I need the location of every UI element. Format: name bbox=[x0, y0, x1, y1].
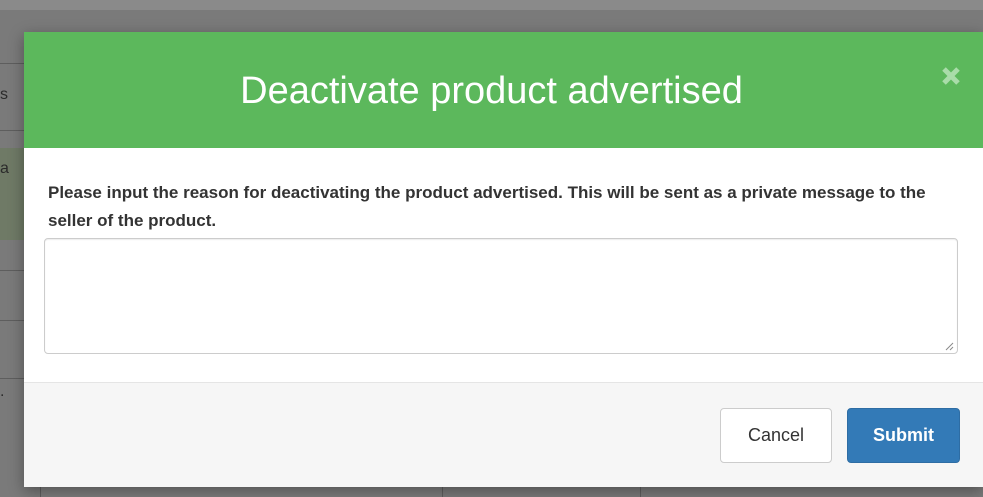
cancel-button[interactable]: Cancel bbox=[720, 408, 832, 463]
background-divider bbox=[0, 63, 24, 64]
dialog-header: Deactivate product advertised bbox=[24, 32, 983, 148]
background-text-fragment: . bbox=[0, 383, 5, 400]
background-divider bbox=[0, 378, 24, 379]
dialog-title: Deactivate product advertised bbox=[240, 70, 743, 112]
close-button[interactable] bbox=[939, 64, 963, 88]
background-top-strip bbox=[0, 0, 983, 10]
background-table-cell bbox=[40, 486, 440, 497]
background-text-fragment: s bbox=[0, 86, 8, 103]
background-divider bbox=[40, 486, 41, 497]
dialog-footer: Cancel Submit bbox=[24, 383, 983, 487]
background-divider bbox=[0, 270, 24, 271]
background-divider bbox=[640, 486, 641, 497]
resize-grip-icon[interactable] bbox=[944, 341, 954, 351]
background-divider bbox=[0, 320, 24, 321]
background-text-fragment: a bbox=[0, 160, 9, 177]
reason-textarea[interactable] bbox=[44, 238, 958, 354]
dialog-body: Please input the reason for deactivating… bbox=[24, 148, 983, 382]
reason-instructions: Please input the reason for deactivating… bbox=[48, 183, 926, 230]
background-divider bbox=[442, 486, 443, 497]
close-icon bbox=[942, 67, 960, 85]
deactivate-product-dialog: Deactivate product advertised Please inp… bbox=[24, 32, 983, 487]
background-divider bbox=[0, 130, 24, 131]
submit-button[interactable]: Submit bbox=[847, 408, 960, 463]
